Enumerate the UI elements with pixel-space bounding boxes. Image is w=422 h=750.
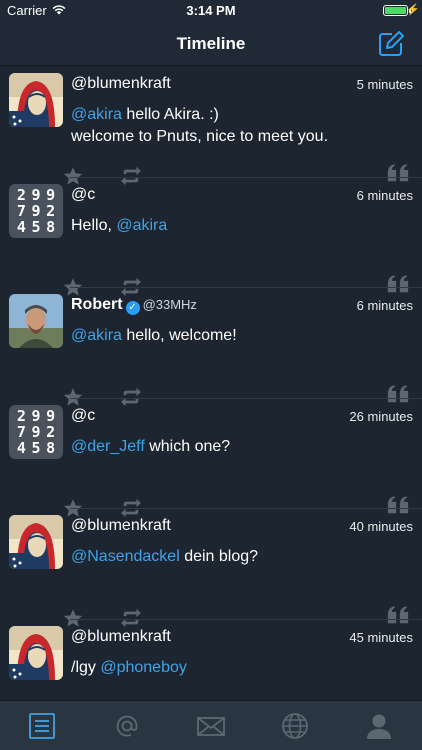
post-time: 45 minutes — [349, 629, 413, 645]
post-username[interactable]: @blumenkraft — [71, 75, 171, 93]
avatar-digit: 9 — [31, 406, 41, 425]
avatar[interactable] — [9, 515, 63, 569]
post-username[interactable]: @c — [71, 186, 95, 204]
avatar-digit: 7 — [16, 201, 26, 220]
profile-person-icon[interactable] — [364, 711, 394, 741]
mention-link[interactable]: @phoneboy — [100, 659, 187, 676]
post-text-span: hello Akira. :) — [121, 106, 219, 123]
post-text-span: Hello, — [71, 216, 117, 234]
post-username[interactable]: @blumenkraft — [71, 517, 171, 535]
timeline-post[interactable]: 2 9 9 7 9 2 4 5 8 @c 26 minutes @der_Jef… — [0, 399, 422, 510]
post-username[interactable]: @c — [71, 407, 95, 425]
timeline-post[interactable]: Robert ✓ @33MHz 6 minutes @akira hello, we… — [0, 288, 422, 399]
timeline-list[interactable]: @blumenkraft 5 minutes @akira hello Akir… — [0, 67, 422, 700]
timeline-list-icon[interactable] — [27, 711, 57, 741]
avatar-digit: 2 — [16, 185, 26, 204]
mention-link[interactable]: @akira — [71, 327, 122, 344]
avatar[interactable]: 2 9 9 7 9 2 4 5 8 — [9, 404, 63, 459]
timeline-post[interactable]: @blumenkraft 45 minutes /lgy @phoneboy — [0, 620, 422, 701]
avatar-digit: 8 — [46, 438, 56, 457]
post-text: Hello, @akira — [71, 215, 412, 237]
avatar-digit: 4 — [16, 217, 26, 236]
avatar-digit: 5 — [31, 438, 41, 457]
post-text: @akira hello Akira. :) welcome to Pnuts,… — [71, 104, 412, 148]
avatar-digit: 7 — [16, 422, 26, 441]
status-bar: Carrier 3:14 PM ⚡ — [0, 0, 422, 22]
mention-link[interactable]: @Nasendackel — [71, 548, 180, 565]
post-text-span: dein blog? — [179, 548, 259, 565]
avatar-digit: 5 — [31, 217, 41, 236]
post-text: /lgy @phoneboy — [71, 657, 412, 679]
messages-envelope-icon[interactable] — [196, 711, 226, 741]
mention-link[interactable]: @akira — [116, 217, 167, 234]
avatar-digit: 2 — [46, 201, 56, 220]
post-time: 6 minutes — [356, 298, 413, 313]
mention-link[interactable]: @akira — [71, 106, 122, 123]
timeline-post[interactable]: @blumenkraft 40 minutes @Nasendackel dei… — [0, 509, 422, 620]
post-handle: @33MHz — [142, 297, 197, 312]
avatar[interactable] — [9, 626, 63, 680]
avatar[interactable]: 2 9 9 7 9 2 4 5 8 — [9, 183, 63, 238]
global-globe-icon[interactable] — [280, 711, 310, 741]
avatar-digit: 2 — [16, 406, 26, 425]
post-text-span: /lgy — [71, 658, 101, 676]
compose-icon[interactable] — [376, 29, 406, 59]
charging-bolt-icon: ⚡ — [406, 4, 420, 16]
timeline-post[interactable]: @blumenkraft 5 minutes @akira hello Akir… — [0, 67, 422, 178]
navigation-bar: Timeline — [0, 22, 422, 66]
post-text: @akira hello, welcome! — [71, 325, 412, 347]
status-time: 3:14 PM — [186, 3, 236, 18]
post-time: 6 minutes — [356, 187, 413, 203]
timeline-post[interactable]: 2 9 9 7 9 2 4 5 8 @c 6 minutes Hello, @a… — [0, 178, 422, 289]
avatar-digit: 8 — [46, 217, 56, 236]
tab-bar — [0, 700, 422, 750]
post-text: @Nasendackel dein blog? — [71, 546, 412, 568]
avatar-digit: 9 — [46, 185, 56, 204]
post-time: 26 minutes — [349, 408, 413, 424]
avatar-digit: 9 — [31, 185, 41, 204]
post-text-span: which one? — [144, 437, 231, 455]
avatar-digit: 2 — [46, 422, 56, 441]
battery-icon — [383, 5, 408, 16]
avatar-digit: 9 — [46, 406, 56, 425]
mention-link[interactable]: @der_Jeff — [71, 438, 145, 455]
page-title: Timeline — [176, 34, 246, 53]
post-display-name: Robert — [71, 296, 123, 313]
post-time: 40 minutes — [349, 519, 413, 534]
battery-level-fill — [385, 7, 406, 14]
verified-badge-icon: ✓ — [125, 301, 140, 315]
avatar-digit: 4 — [16, 438, 26, 457]
post-username[interactable]: Robert ✓ @33MHz — [71, 296, 197, 315]
post-text-span: hello, welcome! — [121, 327, 237, 344]
post-username[interactable]: @blumenkraft — [71, 628, 171, 646]
post-time: 5 minutes — [356, 77, 413, 92]
avatar-digit: 9 — [31, 201, 41, 220]
avatar[interactable] — [9, 294, 63, 348]
mentions-at-icon[interactable] — [112, 711, 142, 741]
post-text: @der_Jeff which one? — [71, 436, 412, 458]
post-text-span: welcome to Pnuts, nice to meet you. — [71, 128, 329, 145]
avatar[interactable] — [9, 73, 63, 127]
avatar-digit: 9 — [31, 422, 41, 441]
